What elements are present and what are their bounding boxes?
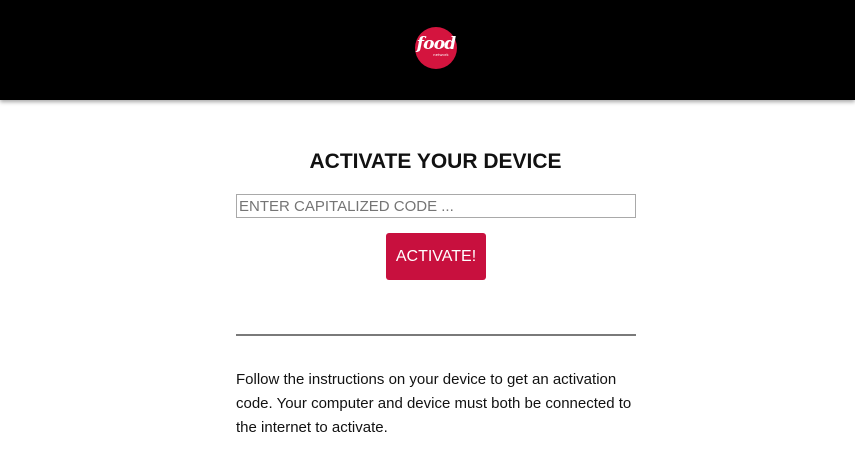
activate-button[interactable]: ACTIVATE!: [386, 233, 486, 280]
page-title: ACTIVATE YOUR DEVICE: [309, 150, 562, 173]
site-header: food network: [0, 0, 855, 100]
logo-wordmark: food: [416, 34, 456, 54]
food-network-logo[interactable]: food network: [415, 27, 457, 69]
section-divider: [236, 334, 636, 336]
activation-code-input[interactable]: [236, 194, 636, 218]
logo-subtext: network: [433, 52, 449, 57]
instructions-text: Follow the instructions on your device t…: [236, 371, 632, 436]
